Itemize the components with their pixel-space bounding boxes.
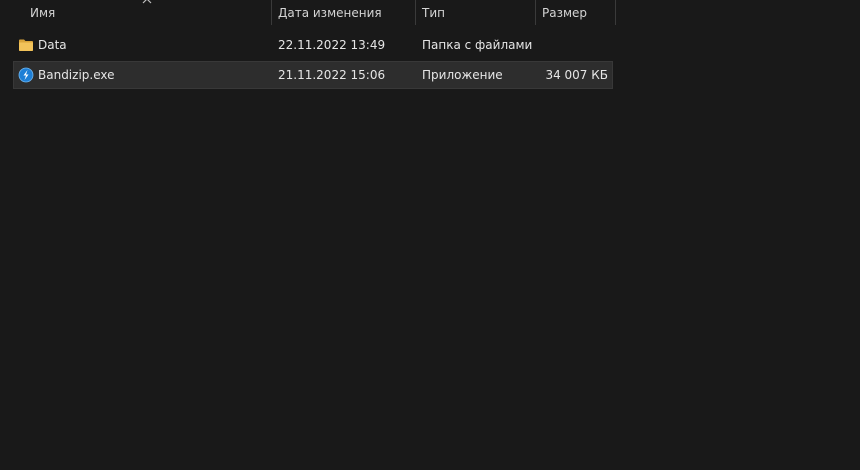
- column-header-type[interactable]: Тип: [422, 0, 445, 26]
- column-header-date[interactable]: Дата изменения: [278, 0, 382, 26]
- column-divider[interactable]: [535, 0, 536, 25]
- column-divider[interactable]: [415, 0, 416, 25]
- bandizip-app-icon: [18, 67, 34, 83]
- file-size: [534, 32, 608, 58]
- file-row-data[interactable]: Data 22.11.2022 13:49 Папка с файлами: [14, 32, 612, 58]
- file-name[interactable]: Data: [38, 32, 67, 58]
- file-type: Приложение: [422, 68, 503, 82]
- file-explorer-list: Имя Дата изменения Тип Размер Data 22.11…: [0, 0, 860, 470]
- folder-icon: [19, 39, 33, 51]
- file-size: 34 007 КБ: [545, 68, 608, 82]
- file-type: Папка с файлами: [422, 38, 533, 52]
- file-date: 22.11.2022 13:49: [278, 38, 386, 52]
- file-row-bandizip[interactable]: Bandizip.exe 21.11.2022 15:06 Приложение…: [13, 61, 613, 89]
- file-date: 21.11.2022 15:06: [278, 68, 386, 82]
- column-header-name[interactable]: Имя: [30, 0, 55, 26]
- column-divider[interactable]: [271, 0, 272, 25]
- column-header-row: Имя Дата изменения Тип Размер: [0, 0, 616, 28]
- column-divider[interactable]: [615, 0, 616, 25]
- file-name[interactable]: Bandizip.exe: [38, 62, 115, 88]
- chevron-up-icon[interactable]: [142, 0, 152, 5]
- column-header-size[interactable]: Размер: [542, 0, 587, 26]
